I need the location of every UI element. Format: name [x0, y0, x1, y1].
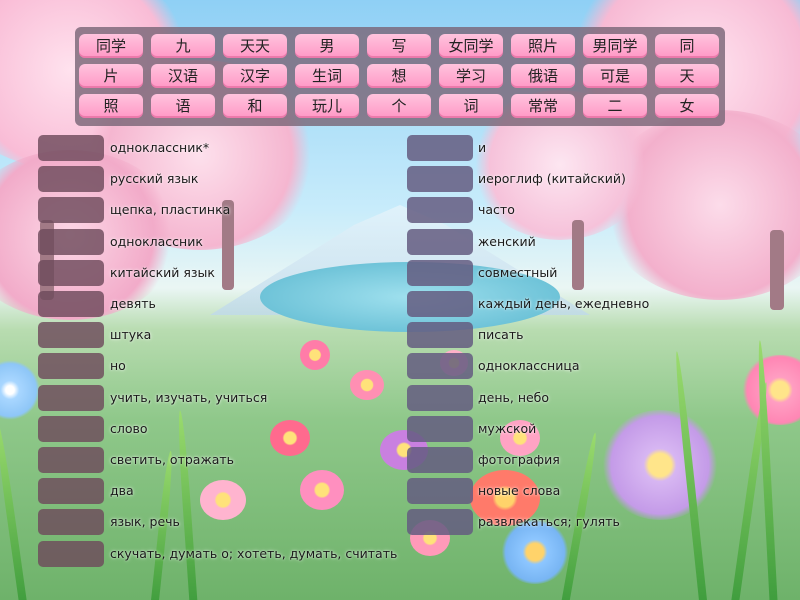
word-tile[interactable]: 写	[367, 34, 431, 58]
clue-label-left: скучать, думать о; хотеть, думать, счита…	[110, 545, 398, 561]
clue-label-left: но	[110, 358, 126, 374]
word-tile[interactable]: 女	[655, 94, 719, 118]
word-tile[interactable]: 女同学	[439, 34, 503, 58]
clue-label-left: китайский язык	[110, 264, 215, 280]
clue-label-right: фотография	[478, 452, 560, 467]
clue-label-right: одноклассница	[478, 358, 580, 374]
drop-slot-right[interactable]	[407, 228, 473, 255]
word-tile[interactable]: 同	[655, 34, 719, 58]
clue-label-right: писать	[478, 327, 524, 343]
drop-slot-right[interactable]	[407, 259, 473, 286]
drop-slot-left[interactable]	[38, 322, 104, 349]
clue-label-right: совместный	[478, 264, 558, 280]
clue-label-right: и	[478, 140, 487, 155]
word-tile[interactable]: 汉字	[223, 64, 287, 88]
word-tile[interactable]: 天	[655, 64, 719, 88]
word-tile[interactable]: 和	[223, 94, 287, 118]
word-tile[interactable]: 照	[79, 94, 143, 118]
drop-slot-right[interactable]	[407, 478, 473, 505]
drop-slot-right[interactable]	[407, 353, 473, 380]
word-tile[interactable]: 九	[151, 34, 215, 58]
word-tile[interactable]: 常常	[511, 94, 575, 118]
drop-slot-left[interactable]	[38, 353, 104, 380]
word-tile[interactable]: 男	[295, 34, 359, 58]
word-tile[interactable]: 语	[151, 94, 215, 118]
drop-slot-left[interactable]	[38, 447, 104, 473]
word-tile[interactable]: 二	[583, 94, 647, 118]
tree-trunk	[770, 230, 784, 310]
clue-label-left: два	[110, 483, 134, 499]
word-tile[interactable]: 生词	[295, 64, 359, 88]
drop-slot-right[interactable]	[407, 135, 473, 161]
flower	[270, 420, 310, 456]
drop-slot-left[interactable]	[38, 135, 104, 161]
word-tile[interactable]: 词	[439, 94, 503, 118]
drop-slot-right[interactable]	[407, 197, 473, 224]
word-bank: 同学九天天男写女同学 照片 男同学同片汉语 汉字 生词想学习 俄语 可是天照语和玩儿个词常常…	[75, 27, 725, 126]
flower	[350, 370, 384, 400]
drop-slot-left[interactable]	[38, 166, 104, 193]
word-tile[interactable]: 汉语	[151, 64, 215, 88]
word-tile[interactable]: 男同学	[583, 34, 647, 58]
drop-slot-right[interactable]	[407, 166, 473, 193]
word-tile[interactable]: 学习	[439, 64, 503, 88]
word-tile[interactable]: 可是	[583, 64, 647, 88]
clue-label-left: учить, изучать, учиться	[110, 389, 268, 405]
drop-slot-right[interactable]	[407, 415, 473, 442]
drop-slot-left[interactable]	[38, 509, 104, 536]
clue-label-right: развлекаться; гулять	[478, 514, 620, 530]
drop-slot-left[interactable]	[38, 384, 104, 411]
word-tile[interactable]: 玩儿	[295, 94, 359, 118]
drop-slot-right[interactable]	[407, 509, 473, 536]
drop-slot-right[interactable]	[407, 384, 473, 411]
drop-slot-left[interactable]	[38, 197, 104, 224]
word-tile[interactable]: 照片	[511, 34, 575, 58]
clue-label-left: одноклассник	[110, 233, 203, 249]
word-tile[interactable]: 天天	[223, 34, 287, 58]
drop-slot-left[interactable]	[38, 291, 104, 317]
clue-label-left: девять	[110, 296, 156, 311]
tree-trunk	[572, 220, 584, 290]
clue-label-right: мужской	[478, 420, 537, 436]
clue-label-left: слово	[110, 420, 148, 436]
clue-label-right: иероглиф (китайский)	[478, 171, 626, 187]
word-tile[interactable]: 同学	[79, 34, 143, 58]
word-tile[interactable]: 个	[367, 94, 431, 118]
drop-slot-left[interactable]	[38, 259, 104, 286]
drop-slot-left[interactable]	[38, 478, 104, 505]
clue-label-left: щепка, пластинка	[110, 202, 231, 218]
flower	[300, 340, 330, 370]
flower	[300, 470, 344, 510]
clue-label-right: день, небо	[478, 389, 550, 405]
clue-label-right: часто	[478, 202, 515, 218]
flower	[200, 480, 246, 520]
drop-slot-right[interactable]	[407, 447, 473, 473]
drop-slot-right[interactable]	[407, 291, 473, 317]
clue-label-right: новые слова	[478, 483, 561, 499]
clue-label-right: женский	[478, 233, 536, 249]
clue-label-left: язык, речь	[110, 514, 180, 530]
clue-label-left: одноклассник*	[110, 140, 210, 155]
drop-slot-right[interactable]	[407, 322, 473, 349]
drop-slot-left[interactable]	[38, 540, 104, 567]
drop-slot-left[interactable]	[38, 228, 104, 255]
word-tile[interactable]: 片	[79, 64, 143, 88]
word-tile[interactable]: 想	[367, 64, 431, 88]
flower	[600, 410, 720, 520]
clue-label-left: светить, отражать	[110, 452, 235, 467]
word-tile[interactable]: 俄语	[511, 64, 575, 88]
clue-label-right: каждый день, ежедневно	[478, 296, 650, 311]
drop-slot-left[interactable]	[38, 415, 104, 442]
clue-label-left: русский язык	[110, 171, 199, 187]
clue-label-left: штука	[110, 327, 152, 343]
